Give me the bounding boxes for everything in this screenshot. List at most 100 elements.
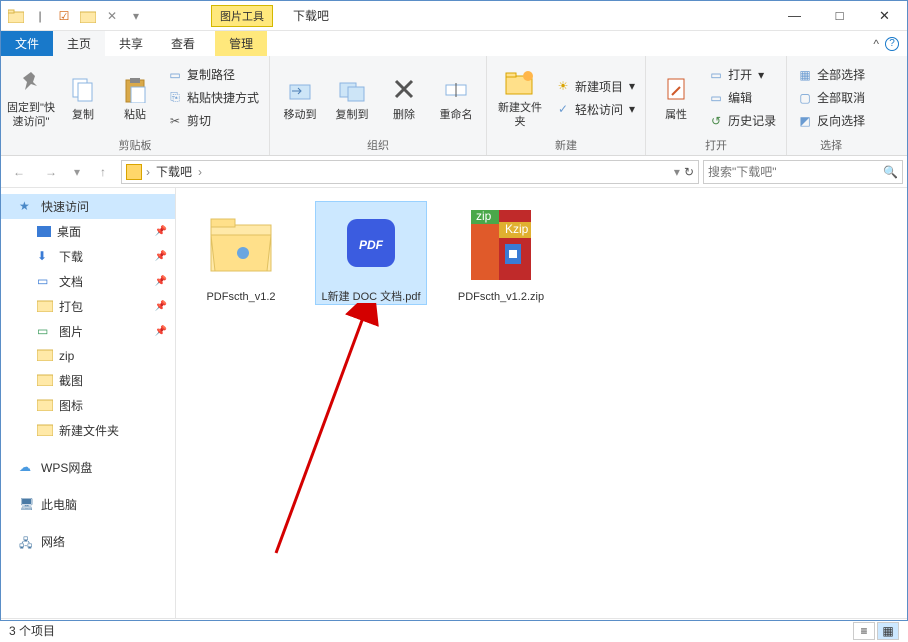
maximize-button[interactable]: □ (817, 1, 862, 31)
copy-to-icon (336, 73, 368, 105)
icons-view-button[interactable]: ▦ (877, 622, 899, 640)
cut-button[interactable]: ✂剪切 (163, 110, 263, 131)
open-group-label: 打开 (652, 135, 780, 153)
sidebar-dabao[interactable]: 打包📌 (1, 294, 175, 319)
sidebar-this-pc[interactable]: 🖥此电脑 (1, 492, 175, 517)
edit-button[interactable]: ▭编辑 (704, 87, 780, 108)
details-view-button[interactable]: ≡ (853, 622, 875, 640)
properties-button[interactable]: 属性 (652, 60, 700, 135)
address-dropdown-icon[interactable]: ▾ (674, 165, 680, 179)
search-input[interactable] (708, 165, 883, 179)
folder-icon (126, 164, 142, 180)
open-icon: ▭ (708, 67, 724, 83)
sidebar-quick-access[interactable]: ★快速访问 (1, 194, 175, 219)
tab-view[interactable]: 查看 (157, 31, 209, 56)
easy-access-button[interactable]: ✓轻松访问▾ (551, 99, 639, 120)
breadcrumb[interactable]: 下载吧 (154, 163, 194, 180)
sidebar-downloads[interactable]: ⬇下载📌 (1, 244, 175, 269)
select-all-button[interactable]: ▦全部选择 (793, 64, 869, 85)
open-button[interactable]: ▭打开▾ (704, 64, 780, 85)
select-none-button[interactable]: ▢全部取消 (793, 87, 869, 108)
ribbon-group-new: 新建文件夹 ☀新建项目▾ ✓轻松访问▾ 新建 (487, 56, 646, 155)
status-bar: 3 个项目 ≡ ▦ (1, 618, 907, 642)
invert-selection-button[interactable]: ◩反向选择 (793, 110, 869, 131)
sidebar-newfolder[interactable]: 新建文件夹 (1, 418, 175, 443)
tab-file[interactable]: 文件 (1, 31, 53, 56)
recent-dropdown[interactable]: ▾ (69, 160, 85, 184)
copy-path-button[interactable]: ▭复制路径 (163, 64, 263, 85)
qat-dropdown-icon[interactable]: ▾ (125, 5, 147, 27)
path-icon: ▭ (167, 67, 183, 83)
ribbon-group-select: ▦全部选择 ▢全部取消 ◩反向选择 选择 (787, 56, 875, 155)
pc-icon: 🖥 (19, 497, 35, 513)
address-box[interactable]: › 下载吧 › ▾ ↻ (121, 160, 699, 184)
ribbon-tabs: 文件 主页 共享 查看 管理 ^ ? (1, 31, 907, 56)
qat-separator-icon: | (29, 5, 51, 27)
move-to-icon (284, 73, 316, 105)
file-item-pdf[interactable]: PDF L新建 DOC 文档.pdf (316, 202, 426, 304)
star-icon: ★ (19, 199, 35, 215)
delete-button[interactable]: 删除 (380, 60, 428, 135)
pin-icon: 📌 (155, 301, 167, 312)
new-item-button[interactable]: ☀新建项目▾ (551, 76, 639, 97)
tab-share[interactable]: 共享 (105, 31, 157, 56)
rename-icon (440, 73, 472, 105)
item-count: 3 个项目 (9, 622, 55, 639)
new-folder-button[interactable]: 新建文件夹 (493, 60, 547, 135)
rename-button[interactable]: 重命名 (432, 60, 480, 135)
sidebar-tubiao[interactable]: 图标 (1, 393, 175, 418)
sidebar-documents[interactable]: ▭文档📌 (1, 269, 175, 294)
refresh-icon[interactable]: ↻ (684, 165, 694, 179)
crumb-sep-icon: › (146, 165, 150, 179)
navigation-pane: ★快速访问 桌面📌 ⬇下载📌 ▭文档📌 打包📌 ▭图片📌 zip 截图 图标 新… (1, 188, 176, 618)
move-to-button[interactable]: 移动到 (276, 60, 324, 135)
paste-shortcut-button[interactable]: ⎘粘贴快捷方式 (163, 87, 263, 108)
pin-icon: 📌 (155, 326, 167, 337)
svg-text:PDF: PDF (359, 238, 384, 252)
sidebar-wps[interactable]: ☁WPS网盘 (1, 455, 175, 480)
copy-button[interactable]: 复制 (59, 60, 107, 135)
file-item-folder[interactable]: PDFscth_v1.2 (186, 202, 296, 304)
sidebar-pictures[interactable]: ▭图片📌 (1, 319, 175, 344)
help-icon[interactable]: ? (885, 37, 899, 51)
svg-text:zip: zip (476, 209, 492, 223)
tab-home[interactable]: 主页 (53, 31, 105, 56)
clipboard-group-label: 剪贴板 (7, 135, 263, 153)
pin-quick-access-button[interactable]: 固定到"快速访问" (7, 60, 55, 135)
up-button[interactable]: ↑ (89, 160, 117, 184)
sidebar-desktop[interactable]: 桌面📌 (1, 219, 175, 244)
close-button[interactable]: ✕ (862, 1, 907, 31)
paste-icon (119, 73, 151, 105)
select-all-icon: ▦ (797, 67, 813, 83)
pin-icon: 📌 (155, 276, 167, 287)
qat-new-folder-icon[interactable] (77, 5, 99, 27)
new-folder-icon (504, 66, 536, 98)
forward-button[interactable]: → (37, 160, 65, 184)
copy-to-button[interactable]: 复制到 (328, 60, 376, 135)
back-button[interactable]: ← (5, 160, 33, 184)
search-box[interactable]: 🔍 (703, 160, 903, 184)
qat-properties-icon[interactable]: ☑ (53, 5, 75, 27)
tab-manage[interactable]: 管理 (215, 31, 267, 56)
minimize-button[interactable]: — (772, 1, 817, 31)
search-icon[interactable]: 🔍 (883, 165, 898, 179)
pdf-icon: PDF (335, 202, 407, 284)
qat-close-icon[interactable]: ✕ (101, 5, 123, 27)
sidebar-network[interactable]: 🖧网络 (1, 529, 175, 554)
sidebar-jietu[interactable]: 截图 (1, 368, 175, 393)
sidebar-zip[interactable]: zip (1, 344, 175, 368)
title-bar: | ☑ ✕ ▾ 图片工具 下载吧 — □ ✕ (1, 1, 907, 31)
quick-access-toolbar: | ☑ ✕ ▾ (1, 5, 151, 27)
file-list[interactable]: PDFscth_v1.2 PDF L新建 DOC 文档.pdf zip Kzip (176, 188, 907, 618)
select-none-icon: ▢ (797, 90, 813, 106)
properties-icon (660, 73, 692, 105)
file-name: PDFscth_v1.2.zip (458, 290, 544, 304)
ribbon-collapse-icon[interactable]: ^ (873, 37, 879, 51)
invert-icon: ◩ (797, 113, 813, 129)
paste-button[interactable]: 粘贴 (111, 60, 159, 135)
history-button[interactable]: ↺历史记录 (704, 110, 780, 131)
organize-group-label: 组织 (276, 135, 480, 153)
file-name: PDFscth_v1.2 (206, 290, 275, 304)
file-item-zip[interactable]: zip Kzip PDFscth_v1.2.zip (446, 202, 556, 304)
folder-icon[interactable] (5, 5, 27, 27)
